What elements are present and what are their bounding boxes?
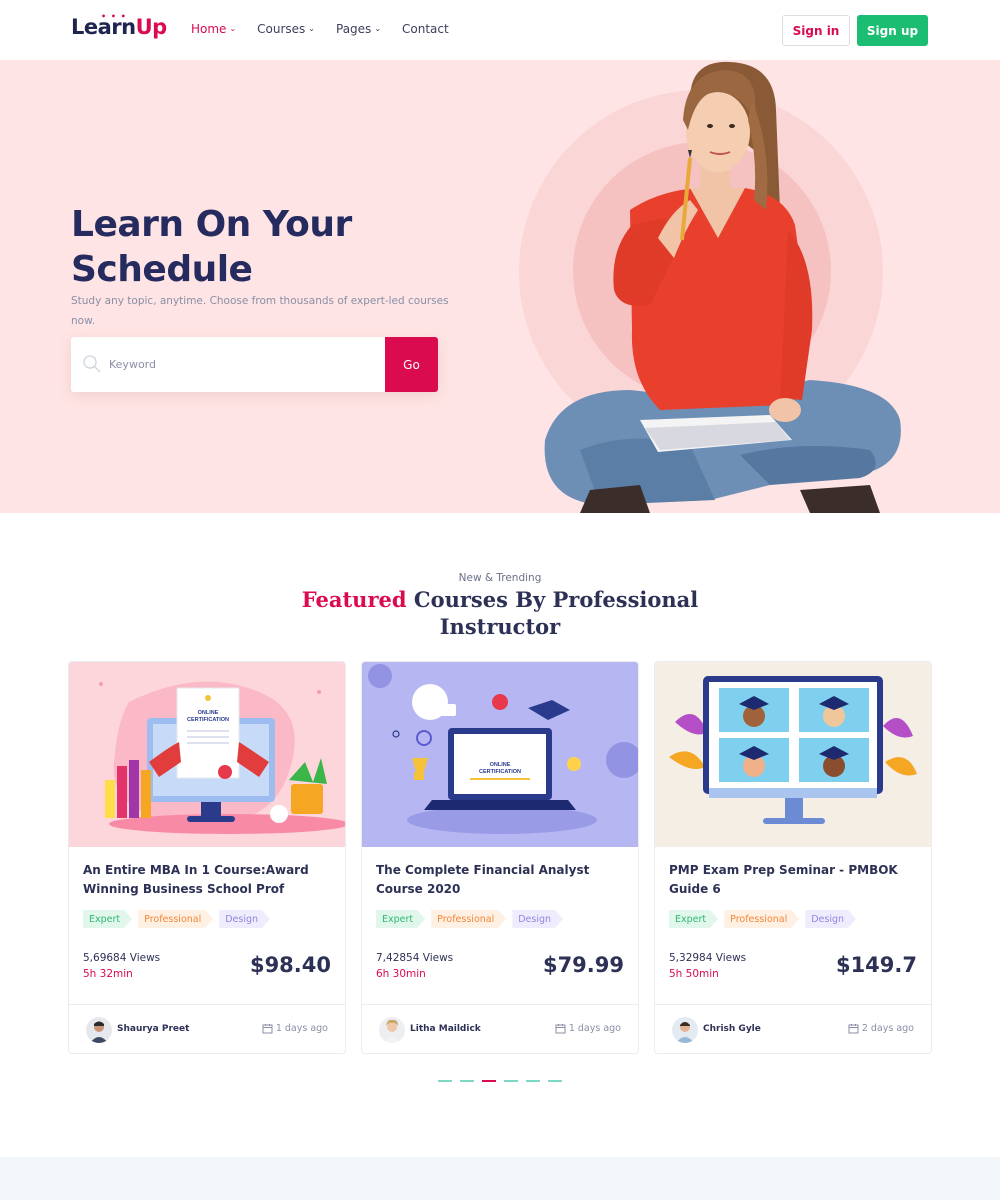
tag-expert[interactable]: Expert [376,910,425,928]
course-price: $149.7 [835,953,917,977]
card-divider [362,1004,638,1005]
site-header: • • • LearnUp Home ⌄ Courses ⌄ Pages ⌄ C… [0,0,1000,60]
tag-design[interactable]: Design [219,910,270,928]
tag-professional[interactable]: Professional [431,910,506,928]
nav-item-label: Contact [402,22,449,36]
carousel-dot[interactable] [526,1080,540,1082]
hero-title-line-2: Schedule [71,249,253,290]
section-title-accent: Featured [301,587,407,612]
svg-text:CERTIFICATION: CERTIFICATION [479,769,521,775]
nav-item-label: Pages [336,22,372,36]
sign-up-button[interactable]: Sign up [857,15,928,46]
author-name[interactable]: Shaurya Preet [117,1024,189,1034]
course-views: 7,42854 Views [376,952,454,964]
tag-design[interactable]: Design [512,910,563,928]
tag-design[interactable]: Design [805,910,856,928]
nav-item-label: Courses [257,22,306,36]
svg-text:CERTIFICATION: CERTIFICATION [187,717,229,723]
video-conference-graduates-illustration [655,662,931,847]
calendar-icon [262,1024,273,1034]
course-date-text: 1 days ago [275,1023,328,1034]
search-icon [83,355,101,373]
author-avatar[interactable] [672,1017,698,1043]
course-duration: 5h 50min [669,968,719,980]
chevron-down-icon: ⌄ [229,23,237,33]
carousel-dot[interactable] [460,1080,474,1082]
course-date-text: 2 days ago [861,1023,914,1034]
course-price: $79.99 [542,953,624,977]
calendar-icon [555,1024,566,1034]
course-duration: 6h 30min [376,968,426,980]
course-duration: 5h 32min [83,968,133,980]
author-avatar[interactable] [86,1017,112,1043]
go-button[interactable]: Go [385,337,438,392]
online-certification-illustration: ONLINE CERTIFICATION [69,662,345,847]
carousel-pagination [438,1080,562,1082]
author-name[interactable]: Litha Maildick [410,1024,481,1034]
section-title: Featured Courses By Professional Instruc… [300,586,700,640]
tag-expert[interactable]: Expert [669,910,718,928]
search-box: Go [71,337,438,392]
svg-text:ONLINE: ONLINE [198,710,219,716]
course-title[interactable]: PMP Exam Prep Seminar - PMBOK Guide 6 [669,861,919,899]
course-title[interactable]: The Complete Financial Analyst Course 20… [376,861,626,899]
tag-expert[interactable]: Expert [83,910,132,928]
nav-item-pages[interactable]: Pages ⌄ [336,22,381,36]
logo-text-up: Up [135,15,168,39]
course-price: $98.40 [249,953,331,977]
course-tags: Expert Professional Design [376,910,563,928]
nav-item-contact[interactable]: Contact [402,22,449,36]
course-views: 5,32984 Views [669,952,747,964]
svg-text:ONLINE: ONLINE [490,762,511,768]
chevron-down-icon: ⌄ [374,23,382,33]
course-date: 1 days ago [262,1023,328,1034]
course-views: 5,69684 Views [83,952,161,964]
hero-title-line-1: Learn On Your [71,204,352,245]
course-tags: Expert Professional Design [83,910,270,928]
logo-dots: • • • [101,12,127,21]
search-input[interactable] [109,337,379,392]
course-date-text: 1 days ago [568,1023,621,1034]
hero-student-image [544,61,901,513]
tag-professional[interactable]: Professional [724,910,799,928]
nav-item-courses[interactable]: Courses ⌄ [257,22,315,36]
carousel-dot-active[interactable] [482,1080,496,1082]
card-divider [69,1004,345,1005]
carousel-dot[interactable] [504,1080,518,1082]
author-avatar[interactable] [379,1017,405,1043]
next-section-band [0,1157,1000,1200]
sign-in-button[interactable]: Sign in [782,15,850,46]
chevron-down-icon: ⌄ [308,23,315,33]
nav-item-home[interactable]: Home ⌄ [191,22,236,36]
card-divider [655,1004,931,1005]
section-eyebrow: New & Trending [458,572,542,584]
logo[interactable]: • • • LearnUp [71,12,168,39]
hero-subtitle: Study any topic, anytime. Choose from th… [71,295,449,327]
course-card[interactable]: PMP Exam Prep Seminar - PMBOK Guide 6 Ex… [654,661,932,1054]
author-name[interactable]: Chrish Gyle [703,1024,761,1034]
online-certification-laptop-illustration: ONLINE CERTIFICATION [362,662,638,847]
section-title-rest: Courses By Professional Instructor [413,587,699,639]
course-tags: Expert Professional Design [669,910,856,928]
carousel-dot[interactable] [438,1080,452,1082]
carousel-dot[interactable] [548,1080,562,1082]
hero-title: Learn On Your Schedule [71,202,352,292]
course-card[interactable]: ONLINE CERTIFICATION An Entire MBA In 1 … [68,661,346,1054]
course-title[interactable]: An Entire MBA In 1 Course:Award Winning … [83,861,333,899]
course-date: 1 days ago [555,1023,621,1034]
nav-item-label: Home [191,22,227,36]
calendar-icon [848,1024,859,1034]
course-date: 2 days ago [848,1023,914,1034]
course-card[interactable]: ONLINE CERTIFICATION The Complete Financ… [361,661,639,1054]
tag-professional[interactable]: Professional [138,910,213,928]
hero-section: Learn On Your Schedule Study any topic, … [0,60,1000,513]
main-nav: Home ⌄ Courses ⌄ Pages ⌄ Contact [191,22,449,36]
